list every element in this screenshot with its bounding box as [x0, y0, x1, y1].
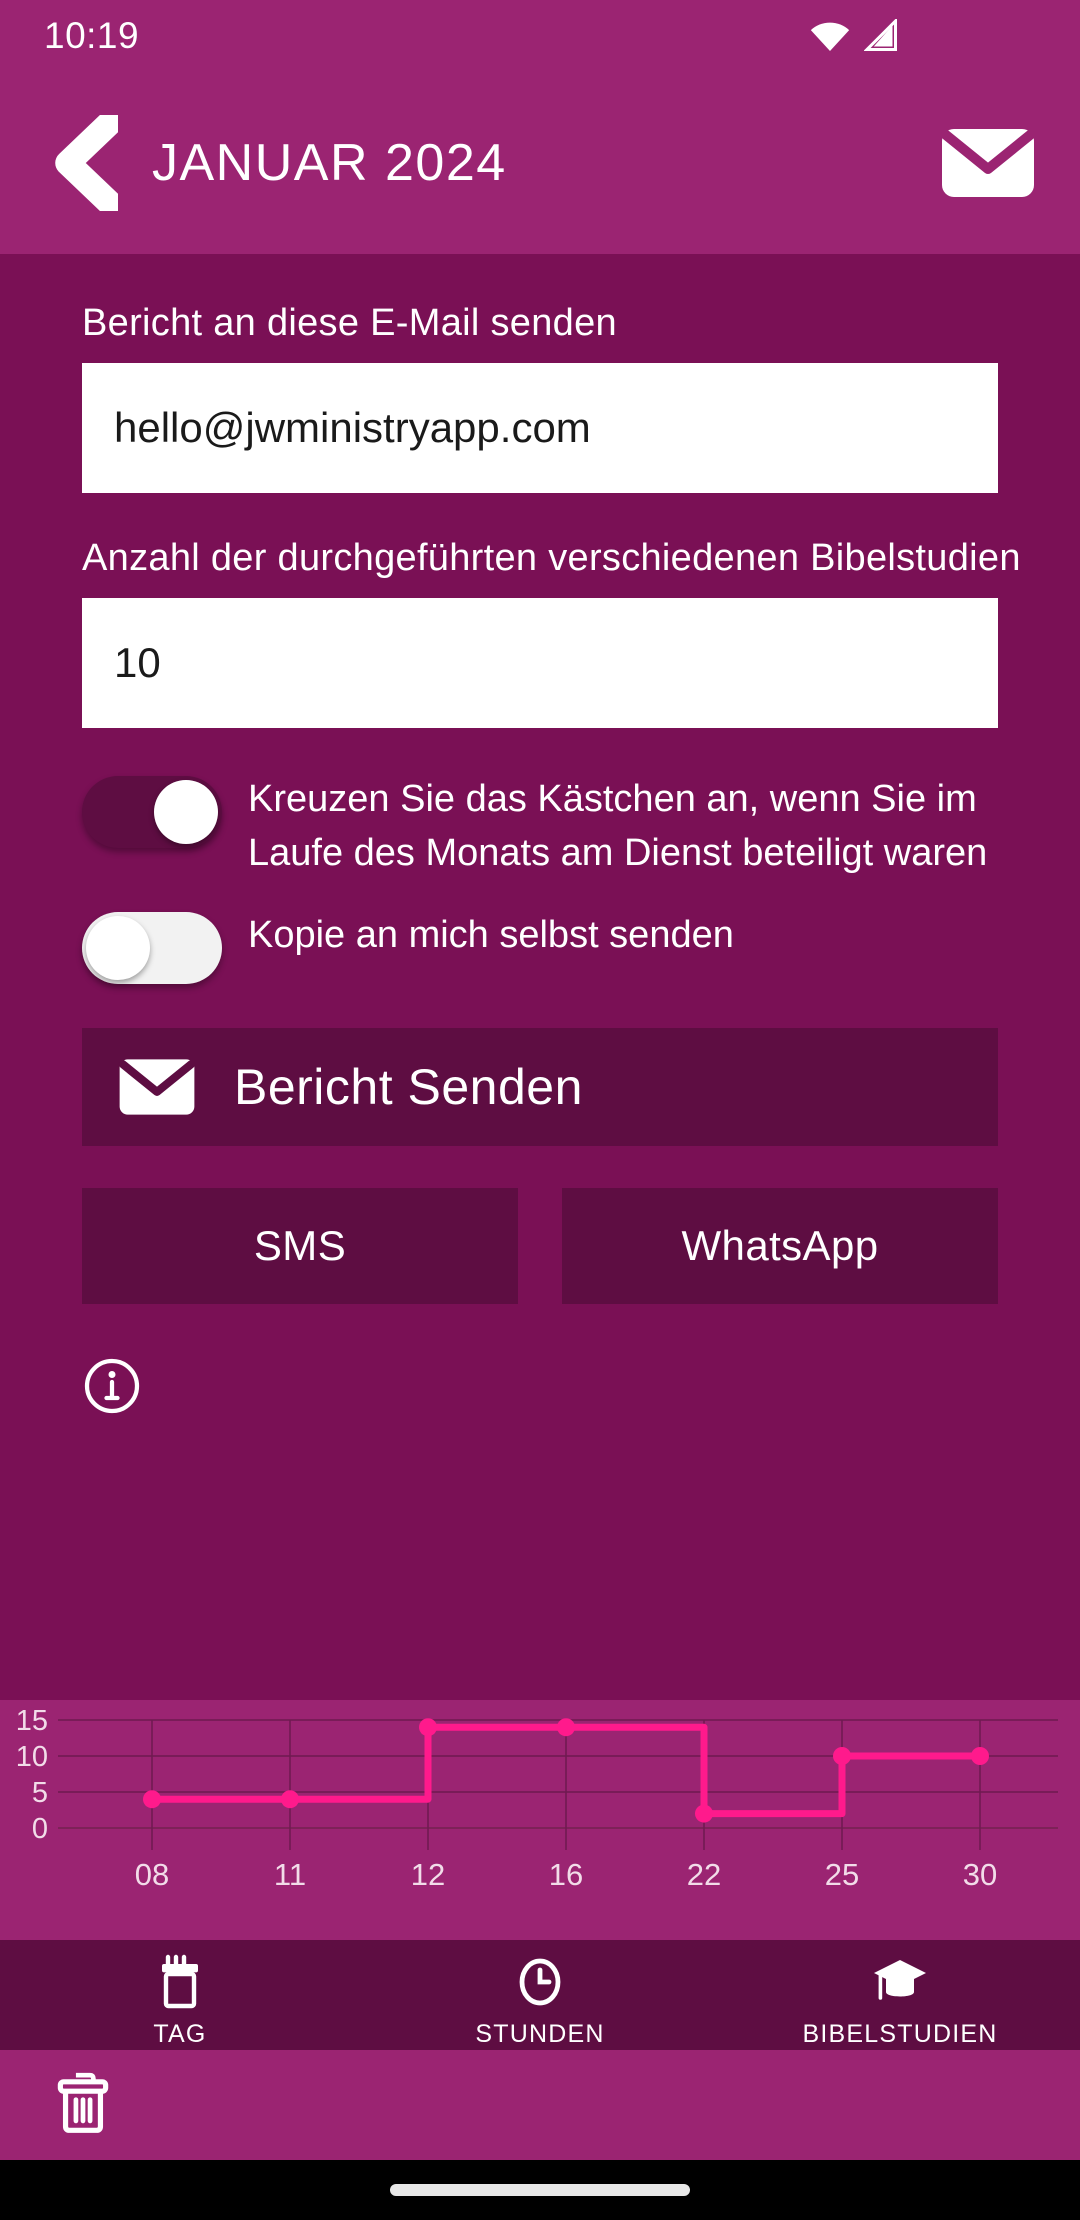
tab-stunden[interactable]: STUNDEN	[360, 1940, 720, 2050]
send-copy-to-self-toggle[interactable]	[82, 912, 222, 984]
x-tick-5: 25	[825, 1857, 859, 1892]
header-mail-button[interactable]	[936, 124, 1040, 202]
tab-tag[interactable]: TAG	[0, 1940, 360, 2050]
trash-icon	[52, 2070, 114, 2136]
trash-bar	[0, 2050, 1080, 2160]
info-circle-icon	[82, 1356, 142, 1416]
chart-gridlines	[58, 1720, 1058, 1828]
tab-tag-label: TAG	[153, 2020, 206, 2049]
page-title: JANUAR 2024	[152, 133, 936, 193]
system-navigation-bar	[0, 2160, 1080, 2220]
status-bar-icons	[810, 19, 1040, 53]
send-copy-row: Kopie an mich selbst senden	[82, 908, 998, 984]
bottom-navigation: TAG STUNDEN BIBELSTUDIEN	[0, 1940, 1080, 2050]
app-header: JANUAR 2024	[0, 72, 1080, 254]
chevron-left-icon	[52, 115, 118, 211]
studies-field-label: Anzahl der durchgeführten verschiedenen …	[82, 537, 998, 580]
y-tick-10: 10	[16, 1741, 48, 1773]
status-bar-clock: 10:19	[44, 15, 139, 57]
info-button[interactable]	[82, 1356, 142, 1416]
app-root: 10:19 JANUAR 2024 Bericht an di	[0, 0, 1080, 2220]
report-form: Bericht an diese E-Mail senden hello@jwm…	[0, 254, 1080, 1700]
home-indicator[interactable]	[390, 2184, 690, 2196]
share-buttons-row: SMS WhatsApp	[82, 1188, 998, 1304]
data-point	[971, 1747, 989, 1765]
envelope-icon	[940, 127, 1036, 199]
activity-chart: 15 10 5 0 08 11 12 16	[0, 1700, 1080, 1940]
back-button[interactable]	[46, 115, 124, 211]
x-tick-2: 12	[411, 1857, 445, 1892]
tab-bibelstudien[interactable]: BIBELSTUDIEN	[720, 1940, 1080, 2050]
studies-input[interactable]: 10	[82, 598, 998, 728]
graduation-cap-icon	[870, 1954, 930, 2010]
toggle-knob	[154, 780, 218, 844]
whatsapp-label: WhatsApp	[682, 1222, 879, 1270]
data-point	[833, 1747, 851, 1765]
y-tick-5: 5	[32, 1777, 48, 1809]
clock-icon	[513, 1954, 567, 2010]
data-point	[557, 1718, 575, 1736]
tab-stunden-label: STUNDEN	[475, 2020, 604, 2049]
email-field-label: Bericht an diese E-Mail senden	[82, 302, 998, 345]
sms-label: SMS	[254, 1222, 346, 1270]
tab-bibelstudien-label: BIBELSTUDIEN	[802, 2020, 997, 2049]
y-tick-15: 15	[16, 1705, 48, 1737]
envelope-icon	[118, 1057, 196, 1117]
data-point	[143, 1790, 161, 1808]
sms-button[interactable]: SMS	[82, 1188, 518, 1304]
send-report-label: Bericht Senden	[234, 1058, 583, 1116]
delete-button[interactable]	[52, 2070, 114, 2141]
calendar-icon	[153, 1954, 207, 2010]
chart-x-axis-labels: 08 11 12 16 22 25 30	[135, 1857, 997, 1892]
data-point	[419, 1718, 437, 1736]
data-point	[695, 1805, 713, 1823]
chart-y-axis-labels: 15 10 5 0	[16, 1705, 48, 1845]
x-tick-0: 08	[135, 1857, 169, 1892]
send-report-button[interactable]: Bericht Senden	[82, 1028, 998, 1146]
whatsapp-button[interactable]: WhatsApp	[562, 1188, 998, 1304]
data-point	[281, 1790, 299, 1808]
chart-vertical-gridlines	[152, 1720, 980, 1850]
x-tick-3: 16	[549, 1857, 583, 1892]
x-tick-1: 11	[274, 1857, 306, 1892]
ministry-participation-label: Kreuzen Sie das Kästchen an, wenn Sie im…	[82, 772, 998, 880]
chart-svg: 15 10 5 0 08 11 12 16	[0, 1700, 1080, 1940]
email-input[interactable]: hello@jwministryapp.com	[82, 363, 998, 493]
x-tick-4: 22	[687, 1857, 721, 1892]
cellular-signal-icon	[864, 19, 900, 53]
y-tick-0: 0	[32, 1813, 48, 1845]
ministry-participation-row: Kreuzen Sie das Kästchen an, wenn Sie im…	[82, 772, 998, 880]
x-tick-6: 30	[963, 1857, 997, 1892]
ministry-participation-toggle[interactable]	[82, 776, 222, 848]
toggle-knob	[86, 916, 150, 980]
status-bar: 10:19	[0, 0, 1080, 72]
wifi-icon	[810, 19, 850, 53]
